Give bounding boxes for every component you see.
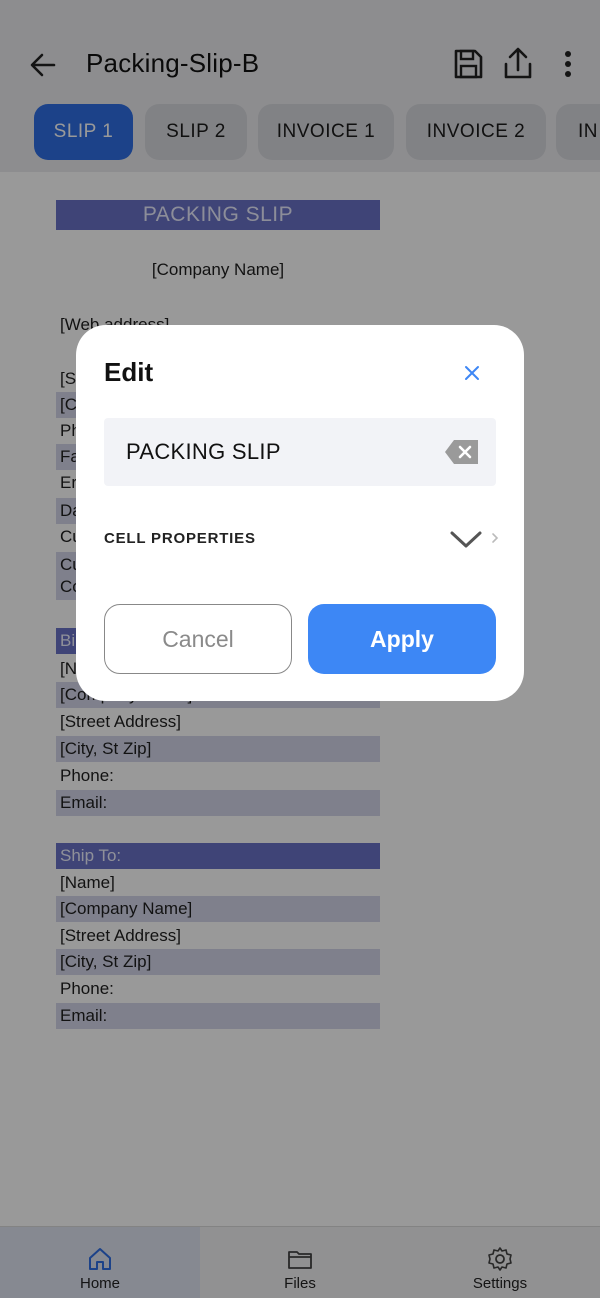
clear-text-icon[interactable] — [444, 438, 480, 466]
apply-button[interactable]: Apply — [308, 604, 496, 674]
edit-dialog: Edit PACKING SLIP CELL PROPERTIES Cancel… — [76, 325, 524, 701]
cell-value-text[interactable]: PACKING SLIP — [126, 418, 281, 486]
dialog-title: Edit — [104, 357, 154, 387]
cell-value-input[interactable]: PACKING SLIP — [104, 418, 496, 486]
close-icon[interactable] — [458, 359, 486, 387]
cell-properties-label[interactable]: CELL PROPERTIES — [104, 530, 256, 547]
chevron-right-icon — [490, 528, 500, 548]
cancel-button[interactable]: Cancel — [104, 604, 292, 674]
chevron-down-icon[interactable] — [448, 525, 484, 553]
